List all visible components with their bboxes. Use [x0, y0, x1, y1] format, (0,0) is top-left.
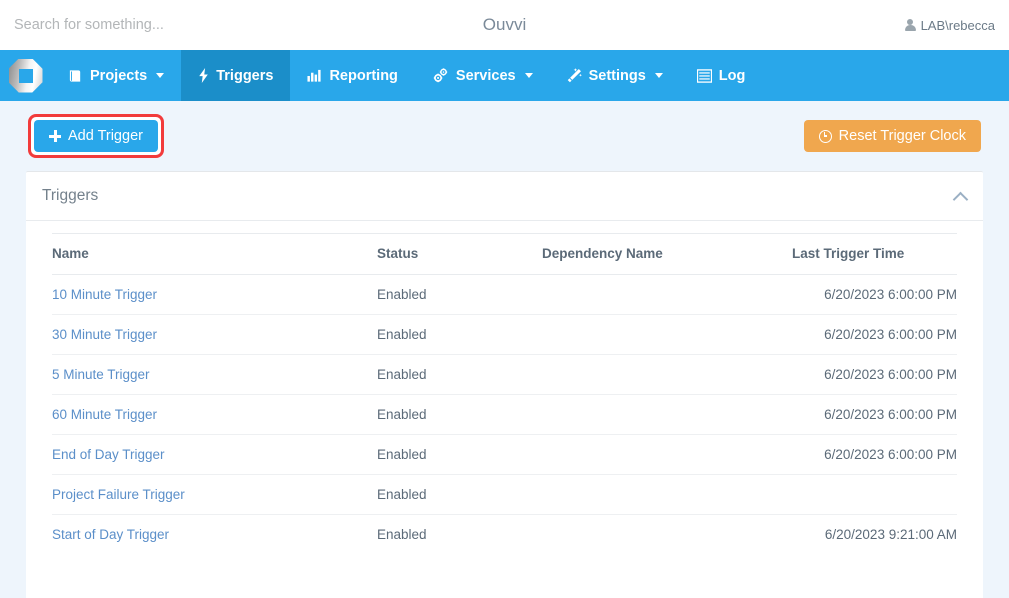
bolt-icon: [198, 68, 209, 83]
triggers-table: Name Status Dependency Name Last Trigger…: [52, 233, 957, 554]
table-row: Project Failure Trigger Enabled: [52, 474, 957, 515]
trigger-link[interactable]: 60 Minute Trigger: [52, 407, 157, 422]
panel-header: Triggers: [26, 172, 983, 221]
table-row: 10 Minute Trigger Enabled 6/20/2023 6:00:0…: [52, 274, 957, 315]
cell-status: Enabled: [377, 474, 542, 515]
table-row: 60 Minute Trigger Enabled 6/20/2023 6:00:0…: [52, 394, 957, 435]
reset-trigger-clock-label: Reset Trigger Clock: [838, 127, 966, 144]
nav-item-settings-label: Settings: [588, 67, 646, 84]
nav-item-log[interactable]: Log: [680, 50, 763, 101]
book-icon: [68, 69, 83, 83]
cell-dependency-name: [542, 515, 792, 555]
table-body: 10 Minute Trigger Enabled 6/20/2023 6:00:0…: [52, 274, 957, 555]
cell-dependency-name: [542, 314, 792, 355]
user-menu[interactable]: LAB\rebecca: [904, 17, 995, 33]
cell-name: 60 Minute Trigger: [52, 394, 377, 435]
action-toolbar: Add Trigger Reset Trigger Clock: [0, 101, 1009, 171]
nav-item-projects[interactable]: Projects: [51, 50, 181, 101]
add-trigger-button[interactable]: Add Trigger: [34, 119, 158, 153]
cell-dependency-name: [542, 274, 792, 315]
cogs-icon: [432, 68, 449, 83]
chevron-up-icon[interactable]: [954, 190, 967, 203]
nav-item-triggers-label: Triggers: [216, 67, 274, 84]
cell-status: Enabled: [377, 434, 542, 475]
panel-body: Name Status Dependency Name Last Trigger…: [26, 221, 983, 598]
column-header-name[interactable]: Name: [52, 233, 377, 275]
trigger-link[interactable]: Start of Day Trigger: [52, 527, 169, 542]
cell-status: Enabled: [377, 527, 427, 542]
add-trigger-highlight-ring: Add Trigger: [28, 113, 164, 159]
triggers-panel: Triggers Name Status Dependency Name Las…: [26, 171, 983, 598]
add-trigger-label: Add Trigger: [68, 127, 143, 144]
table-row: End of Day Trigger Enabled 6/20/2023 6:00:…: [52, 434, 957, 475]
column-header-last-trigger-time[interactable]: Last Trigger Time: [792, 233, 957, 275]
chevron-down-icon: [524, 73, 533, 78]
table-row: Start of Day Trigger Enabled 6/20/2023 9:2…: [52, 515, 957, 555]
search-input[interactable]: [0, 5, 340, 45]
nav-item-log-label: Log: [718, 67, 746, 84]
trigger-link[interactable]: 5 Minute Trigger: [52, 367, 150, 382]
main-navigation: Projects Triggers Reporting Services Set…: [0, 50, 1009, 101]
list-icon: [696, 68, 712, 83]
cell-status: Enabled: [377, 394, 542, 435]
cell-dependency-name: [542, 474, 792, 515]
top-bar: Ouvvi LAB\rebecca: [0, 0, 1009, 50]
nav-item-triggers[interactable]: Triggers: [181, 50, 291, 101]
cell-last-trigger-time: 6/20/2023 6:00:00 PM: [792, 394, 957, 435]
nav-item-reporting[interactable]: Reporting: [290, 50, 414, 101]
nav-item-settings[interactable]: Settings: [550, 50, 680, 101]
panel-title: Triggers: [42, 187, 99, 204]
trigger-link[interactable]: End of Day Trigger: [52, 447, 165, 462]
cell-last-trigger-time: 6/20/2023 6:00:00 PM: [792, 354, 957, 395]
nav-item-projects-label: Projects: [90, 67, 148, 84]
trigger-link[interactable]: Project Failure Trigger: [52, 487, 185, 502]
table-row: 30 Minute Trigger Enabled 6/20/2023 6:00:0…: [52, 314, 957, 355]
cell-status: Enabled: [377, 274, 542, 315]
user-name-label: LAB\rebecca: [920, 17, 995, 33]
chevron-down-icon: [156, 73, 165, 78]
user-icon: [904, 18, 916, 32]
column-header-status[interactable]: Status: [377, 233, 542, 275]
nav-item-reporting-label: Reporting: [329, 67, 398, 84]
trigger-link[interactable]: 10 Minute Trigger: [52, 287, 157, 302]
chevron-down-icon: [654, 73, 663, 78]
cell-dependency-name: [542, 434, 792, 475]
table-row: 5 Minute Trigger Enabled 6/20/2023 6:00:00…: [52, 354, 957, 395]
cell-name: End of Day Trigger: [52, 434, 377, 475]
brand-logo[interactable]: [0, 50, 51, 101]
nav-item-services-label: Services: [455, 67, 516, 84]
table-header: Name Status Dependency Name Last Trigger…: [52, 233, 957, 275]
cell-dependency-name: [542, 354, 792, 395]
cell-last-trigger-time: 6/20/2023 9:21:00 AM: [824, 527, 957, 542]
cell-name: 10 Minute Trigger: [52, 274, 377, 315]
cell-last-trigger-time: 6/20/2023 6:00:00 PM: [792, 314, 957, 355]
bar-chart-icon: [307, 69, 322, 83]
cell-name: 5 Minute Trigger: [52, 354, 377, 395]
cell-name: 30 Minute Trigger: [52, 314, 377, 355]
cell-last-trigger-time: 6/20/2023 6:00:00 PM: [792, 434, 957, 475]
magic-wand-icon: [567, 68, 582, 83]
clock-icon: [818, 129, 832, 143]
trigger-link[interactable]: 30 Minute Trigger: [52, 327, 157, 342]
cell-name: Start of Day Trigger: [52, 515, 377, 555]
table-header-row: Name Status Dependency Name Last Trigger…: [52, 233, 957, 275]
cell-status: Enabled: [377, 314, 542, 355]
plus-icon: [49, 130, 61, 142]
column-header-dependency[interactable]: Dependency Name: [542, 233, 792, 275]
ouvvi-logo-icon: [8, 58, 43, 93]
cell-last-trigger-time: 6/20/2023 6:00:00 PM: [792, 274, 957, 315]
nav-item-services[interactable]: Services: [415, 50, 550, 101]
cell-last-trigger-time: [792, 474, 957, 515]
cell-status: Enabled: [377, 354, 542, 395]
cell-dependency-name: [542, 394, 792, 435]
cell-name: Project Failure Trigger: [52, 474, 377, 515]
reset-trigger-clock-button[interactable]: Reset Trigger Clock: [803, 119, 981, 153]
page-content: Add Trigger Reset Trigger Clock Triggers…: [0, 101, 1009, 598]
